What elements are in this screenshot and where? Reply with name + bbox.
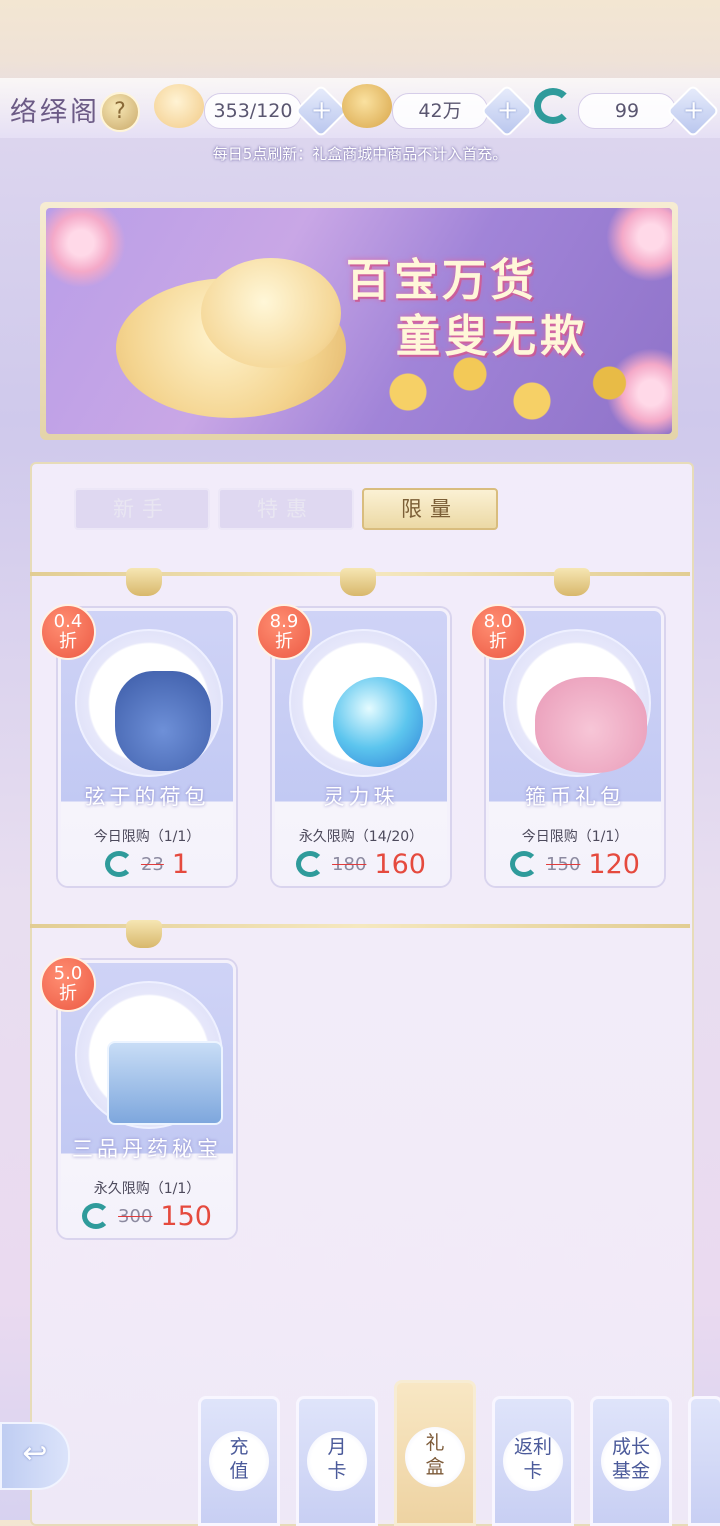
price-row: 300 150: [61, 1199, 233, 1233]
nav-recharge[interactable]: 充值: [198, 1396, 280, 1526]
tab-newbie[interactable]: 新手: [74, 488, 210, 530]
purchase-limit: 永久限购（1/1）: [93, 1181, 201, 1197]
item-frame: [75, 629, 223, 777]
hanger-icon: [554, 568, 590, 596]
hanger-icon: [126, 920, 162, 948]
blossom-icon: [46, 208, 126, 288]
plus-icon: +: [496, 95, 519, 126]
stamina-cat-icon: [154, 84, 204, 128]
nav-growth-fund[interactable]: 成长 基金: [590, 1396, 672, 1526]
original-price: 180: [332, 853, 367, 875]
coin-bag-icon: [535, 677, 647, 773]
pouch-icon: [115, 671, 211, 771]
banner-art: 百宝万货 童叟无欺: [46, 208, 672, 434]
product-name: 弦于的荷包: [84, 785, 210, 809]
sale-price: 160: [374, 848, 426, 880]
cat-head-image: [201, 258, 341, 368]
banner-slogan-1: 百宝万货: [346, 255, 538, 306]
price-row: 23 1: [61, 847, 233, 881]
tab-special[interactable]: 特惠: [218, 488, 354, 530]
discount-badge: 8.0 折: [470, 604, 526, 660]
jade-icon: [528, 84, 578, 128]
elixir-box-icon: [107, 1041, 223, 1125]
nav-rebate-card[interactable]: 返利卡: [492, 1396, 574, 1526]
original-price: 23: [140, 853, 164, 875]
discount-badge: 0.4 折: [40, 604, 96, 660]
stamina-value: 353/120: [204, 93, 302, 129]
original-price: 150: [546, 853, 581, 875]
refresh-notice: 每日5点刷新：礼盒商城中商品不计入首充。: [212, 145, 508, 163]
tab-limited[interactable]: 限量: [362, 488, 498, 530]
jade-value: 99: [578, 93, 676, 129]
hanger-icon: [340, 568, 376, 596]
promo-banner: 百宝万货 童叟无欺: [40, 202, 678, 440]
hanger-icon: [126, 568, 162, 596]
purchase-limit: 今日限购（1/1）: [521, 829, 629, 845]
product-name: 箍币礼包: [525, 785, 625, 809]
jade-icon: [82, 1203, 111, 1229]
plus-icon: +: [310, 95, 333, 126]
jade-icon: [510, 851, 539, 877]
sale-price: 1: [171, 848, 190, 880]
sale-price: 150: [160, 1200, 212, 1232]
product-name: 三品丹药秘宝: [72, 1137, 222, 1161]
blossom-icon: [606, 208, 672, 282]
coin-value: 42万: [392, 93, 488, 129]
nav-more[interactable]: [688, 1396, 720, 1526]
original-price: 300: [118, 1205, 153, 1227]
purchase-limit: 永久限购（14/20）: [298, 829, 424, 845]
back-button[interactable]: ↩: [0, 1422, 70, 1490]
item-frame: [75, 981, 223, 1129]
discount-badge: 8.9 折: [256, 604, 312, 660]
jade-icon: [104, 851, 133, 877]
page-title: 络绎阁: [10, 97, 100, 128]
item-frame: [503, 629, 651, 777]
purchase-limit: 今日限购（1/1）: [93, 829, 201, 845]
back-arrow-icon: ↩: [22, 1436, 48, 1471]
item-frame: [289, 629, 437, 777]
discount-badge: 5.0 折: [40, 956, 96, 1012]
help-icon[interactable]: ?: [100, 92, 140, 132]
banner-slogan-2: 童叟无欺: [396, 311, 588, 362]
nav-monthly-card[interactable]: 月卡: [296, 1396, 378, 1526]
product-name: 灵力珠: [323, 785, 399, 809]
coin-icon: [342, 84, 392, 128]
spirit-pearl-icon: [333, 677, 423, 767]
price-row: 180 160: [275, 847, 447, 881]
nav-gift-box[interactable]: 礼盒: [394, 1380, 476, 1526]
price-row: 150 120: [489, 847, 661, 881]
jade-icon: [296, 851, 325, 877]
sale-price: 120: [588, 848, 640, 880]
plus-icon: +: [682, 95, 705, 126]
